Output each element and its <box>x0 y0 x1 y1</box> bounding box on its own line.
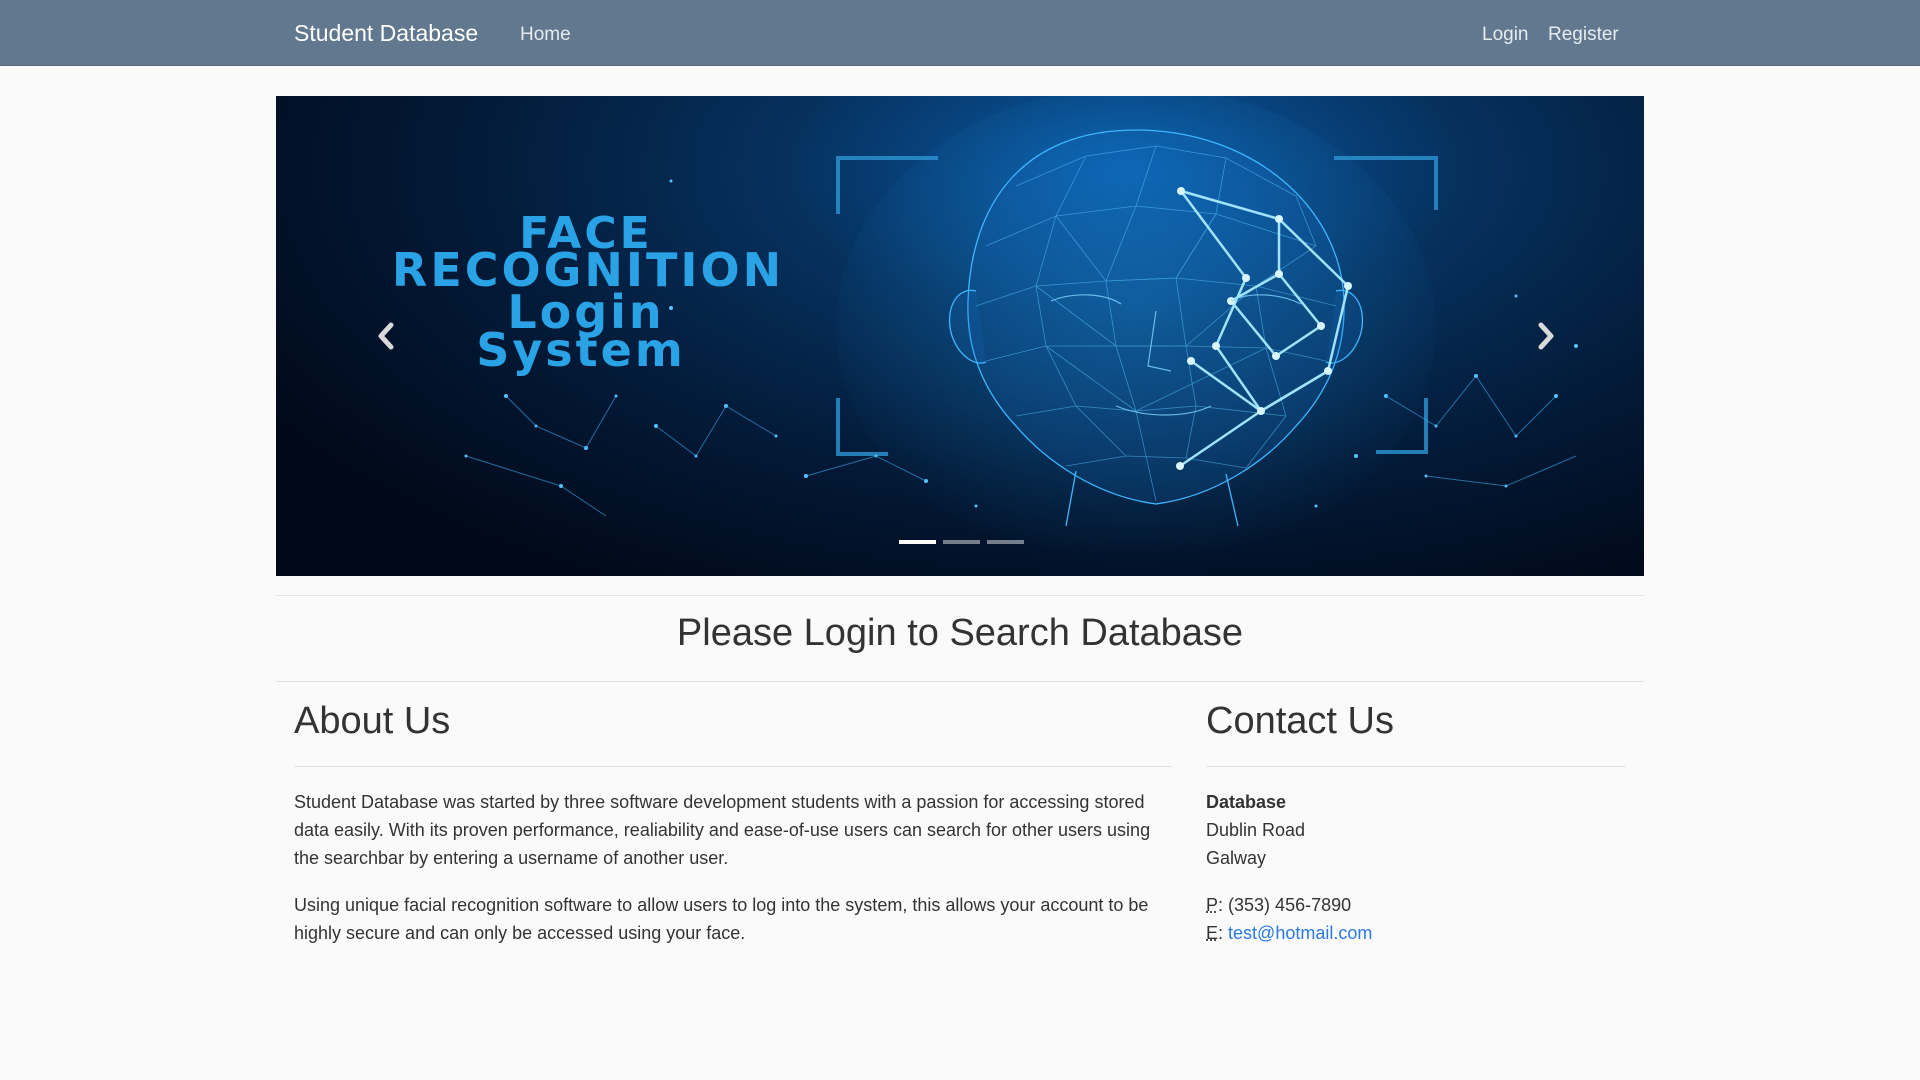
carousel-indicator-1[interactable] <box>899 540 936 544</box>
phone-label: P <box>1206 895 1219 915</box>
carousel-indicators <box>899 540 1024 544</box>
divider-bottom <box>276 681 1644 682</box>
contact-address-line1: Dublin Road <box>1206 820 1306 840</box>
contact-email-link[interactable]: test@hotmail.com <box>1228 923 1372 943</box>
about-paragraph-2: Using unique facial recognition software… <box>294 895 1149 943</box>
face-recognition-illustration: FACE RECOGNITION Login System <box>392 96 1578 566</box>
about-paragraph-1: Student Database was started by three so… <box>294 792 1151 868</box>
carousel-indicator-2[interactable] <box>943 540 980 544</box>
chevron-right-icon <box>1538 322 1554 350</box>
about-text: Student Database was started by three so… <box>294 788 1174 966</box>
contact-heading: Contact Us <box>1206 700 1394 742</box>
nav-login-link[interactable]: Login <box>1482 24 1529 46</box>
login-prompt-title: Please Login to Search Database <box>676 612 1244 654</box>
about-divider <box>294 766 1172 767</box>
chevron-left-icon <box>378 322 394 350</box>
contact-email-row: E: test@hotmail.com <box>1206 923 1373 943</box>
nav-register-link[interactable]: Register <box>1548 24 1619 46</box>
divider-top <box>276 595 1644 596</box>
contact-divider <box>1206 766 1626 767</box>
brand-link[interactable]: Student Database <box>294 20 478 47</box>
carousel-prev-button[interactable] <box>356 306 416 366</box>
nav-home-link[interactable]: Home <box>520 24 571 46</box>
carousel-next-button[interactable] <box>1516 306 1576 366</box>
headline-line4: System <box>476 323 686 377</box>
contact-phone: (353) 456-7890 <box>1228 895 1352 915</box>
contact-address: Database Dublin Road Galway P: (353) 456… <box>1206 788 1626 947</box>
top-navbar: Student Database Home Login Register <box>0 0 1920 66</box>
email-label: E <box>1206 923 1219 943</box>
hero-carousel: FACE RECOGNITION Login System <box>276 96 1644 576</box>
contact-address-line2: Galway <box>1206 848 1267 868</box>
about-heading: About Us <box>294 700 451 742</box>
contact-phone-row: P: (353) 456-7890 <box>1206 895 1352 915</box>
contact-org: Database <box>1206 792 1287 812</box>
carousel-indicator-3[interactable] <box>987 540 1024 544</box>
